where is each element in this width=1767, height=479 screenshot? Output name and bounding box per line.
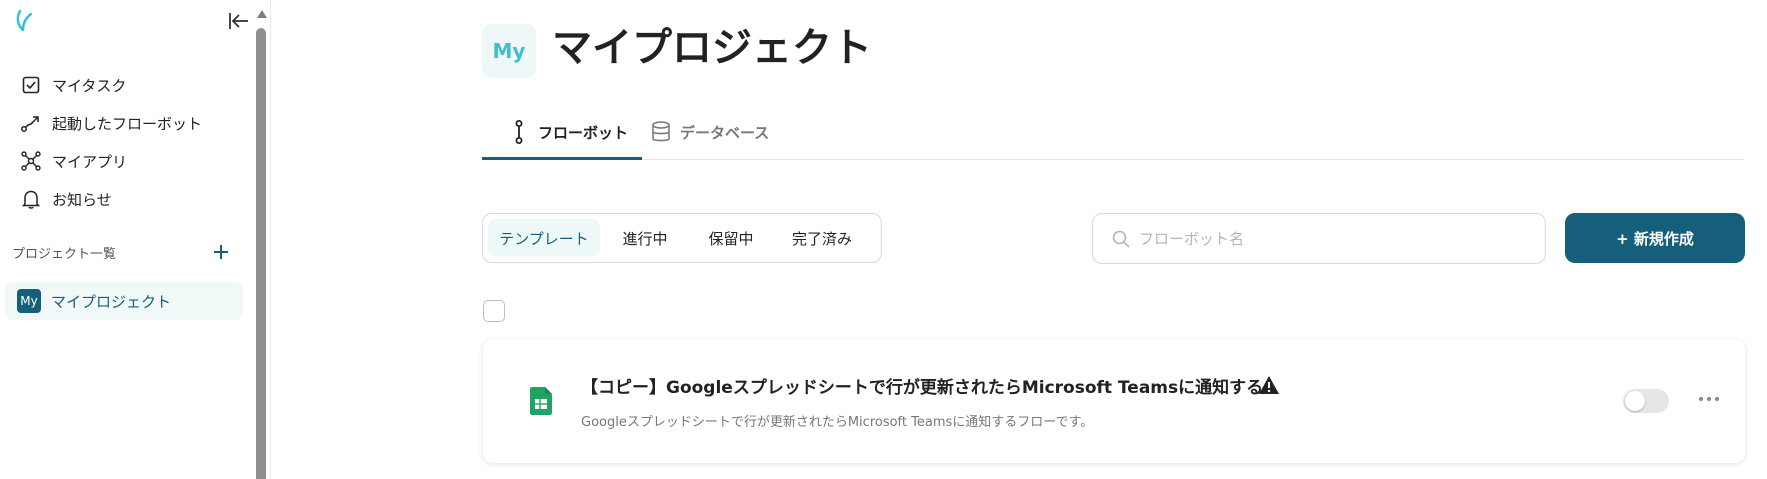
sidebar-divider: [270, 0, 271, 479]
flow-icon: [20, 112, 42, 134]
tab-bar: フローボット データベース: [482, 104, 1744, 160]
google-sheets-icon: [530, 387, 552, 415]
tab-flowbot[interactable]: フローボット: [508, 104, 628, 160]
add-project-icon[interactable]: [210, 241, 232, 263]
sidebar-item-notifications[interactable]: お知らせ: [0, 180, 250, 218]
logo-icon[interactable]: [14, 8, 34, 34]
projects-header-label: プロジェクト一覧: [12, 246, 117, 262]
page-title: マイプロジェクト: [552, 25, 872, 71]
sidebar-nav: マイタスク 起動したフローボット マイアプリ お知らせ: [0, 66, 250, 218]
sidebar-scrollbar[interactable]: [256, 10, 268, 479]
filter-template[interactable]: テンプレート: [488, 219, 600, 257]
flowbot-enable-toggle[interactable]: [1623, 389, 1669, 413]
tab-label: データベース: [680, 123, 770, 142]
bell-icon: [20, 188, 42, 210]
sidebar-item-my-apps[interactable]: マイアプリ: [0, 142, 250, 180]
sidebar-item-launched-flowbots[interactable]: 起動したフローボット: [0, 104, 250, 142]
database-icon: [650, 121, 672, 143]
sidebar-item-label: お知らせ: [52, 190, 112, 209]
filter-in-progress[interactable]: 進行中: [600, 219, 690, 257]
sidebar-item-my-tasks[interactable]: マイタスク: [0, 66, 250, 104]
filter-completed[interactable]: 完了済み: [772, 219, 872, 257]
more-options-icon[interactable]: [1693, 387, 1725, 411]
scroll-thumb[interactable]: [256, 28, 266, 479]
search-input[interactable]: [1139, 229, 1519, 248]
new-flowbot-button[interactable]: + 新規作成: [1565, 213, 1745, 263]
flowbot-description: Googleスプレッドシートで行が更新されたらMicrosoft Teamsに通…: [581, 415, 1094, 430]
search-icon: [1111, 229, 1131, 249]
collapse-sidebar-icon[interactable]: [226, 10, 252, 32]
active-tab-indicator: [482, 157, 642, 160]
warning-icon: [1258, 375, 1280, 395]
filter-on-hold[interactable]: 保留中: [690, 219, 772, 257]
tab-database[interactable]: データベース: [650, 104, 769, 160]
select-all-checkbox[interactable]: [483, 300, 505, 322]
project-avatar: My: [482, 24, 536, 78]
checkbox-icon: [20, 74, 42, 96]
flowbot-icon: [508, 120, 530, 144]
flowbot-card[interactable]: 【コピー】Googleスプレッドシートで行が更新されたらMicrosoft Te…: [483, 339, 1745, 463]
toggle-knob: [1625, 391, 1645, 411]
sidebar: マイタスク 起動したフローボット マイアプリ お知らせ プロジェクト一覧 My …: [0, 0, 255, 479]
sidebar-item-label: マイタスク: [52, 76, 127, 95]
flowbot-title[interactable]: 【コピー】Googleスプレッドシートで行が更新されたらMicrosoft Te…: [581, 373, 1263, 398]
sidebar-item-label: マイアプリ: [52, 152, 128, 171]
network-icon: [20, 150, 42, 172]
project-badge: My: [17, 289, 41, 313]
sidebar-item-label: 起動したフローボット: [52, 114, 203, 133]
projects-header: プロジェクト一覧: [12, 238, 232, 266]
project-label: マイプロジェクト: [51, 292, 172, 311]
search-box: [1092, 213, 1546, 264]
sidebar-item-my-project[interactable]: My マイプロジェクト: [5, 282, 243, 320]
scroll-up-arrow-icon[interactable]: [257, 10, 267, 18]
status-filter-group: テンプレート 進行中 保留中 完了済み: [482, 213, 882, 263]
app-root: マイタスク 起動したフローボット マイアプリ お知らせ プロジェクト一覧 My …: [0, 0, 1767, 479]
tab-label: フローボット: [538, 123, 629, 142]
